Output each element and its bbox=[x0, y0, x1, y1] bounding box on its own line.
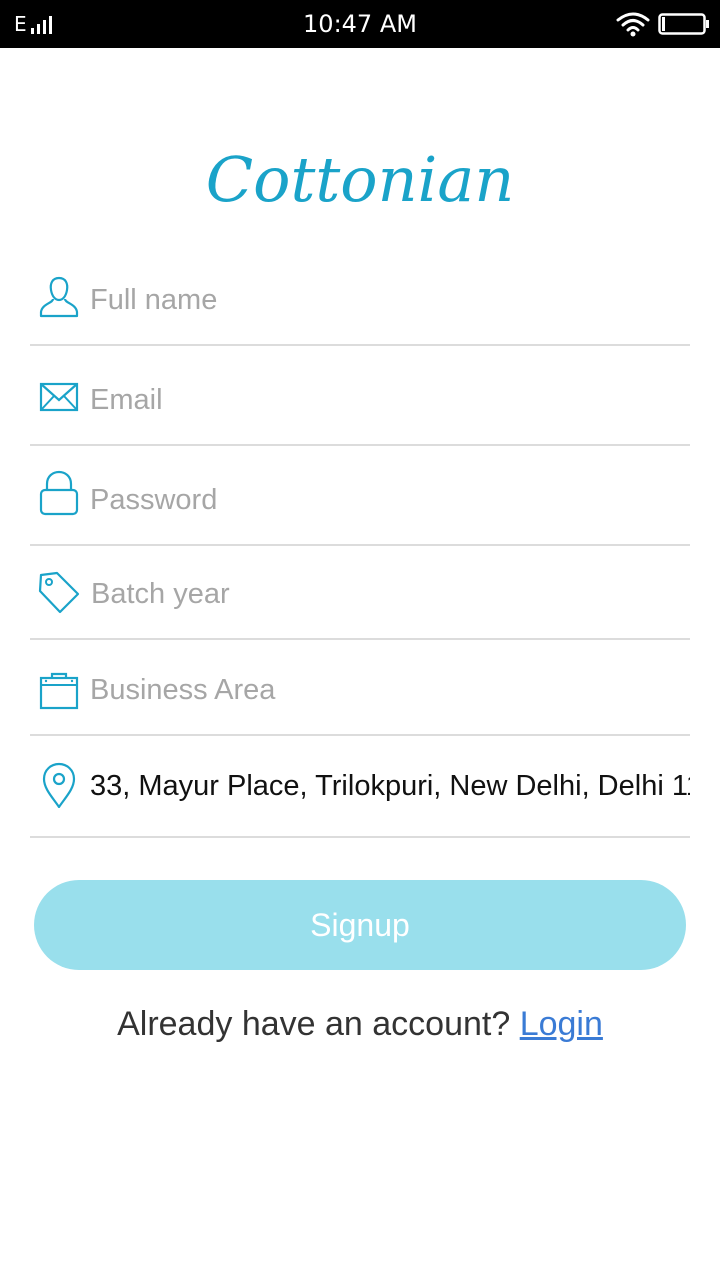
address-input[interactable] bbox=[90, 766, 690, 806]
status-icons bbox=[616, 10, 710, 38]
batch-year-input[interactable] bbox=[91, 574, 690, 614]
user-icon bbox=[39, 276, 79, 318]
login-prompt: Already have an account? Login bbox=[0, 1000, 720, 1048]
full-name-row bbox=[30, 262, 690, 346]
business-area-input[interactable] bbox=[90, 670, 690, 710]
login-link[interactable]: Login bbox=[520, 1005, 603, 1043]
status-bar: E 10:47 AM bbox=[0, 0, 720, 48]
password-input[interactable] bbox=[90, 480, 690, 520]
business-area-row bbox=[30, 640, 690, 736]
full-name-input[interactable] bbox=[90, 280, 690, 320]
login-prompt-text: Already have an account? bbox=[117, 1005, 520, 1043]
email-input[interactable] bbox=[90, 380, 690, 420]
password-row bbox=[30, 446, 690, 546]
envelope-icon bbox=[39, 382, 79, 412]
app-title: Cottonian bbox=[205, 143, 515, 216]
email-row bbox=[30, 346, 690, 446]
address-row bbox=[30, 736, 690, 838]
batch-year-row bbox=[30, 546, 690, 640]
battery-icon bbox=[658, 13, 709, 35]
location-pin-icon bbox=[42, 762, 76, 808]
briefcase-icon bbox=[39, 672, 79, 710]
signup-button[interactable]: Signup bbox=[34, 880, 686, 970]
lock-icon bbox=[39, 470, 79, 516]
wifi-icon bbox=[616, 12, 650, 37]
status-time: 10:47 AM bbox=[303, 10, 417, 38]
tag-icon bbox=[38, 571, 80, 614]
